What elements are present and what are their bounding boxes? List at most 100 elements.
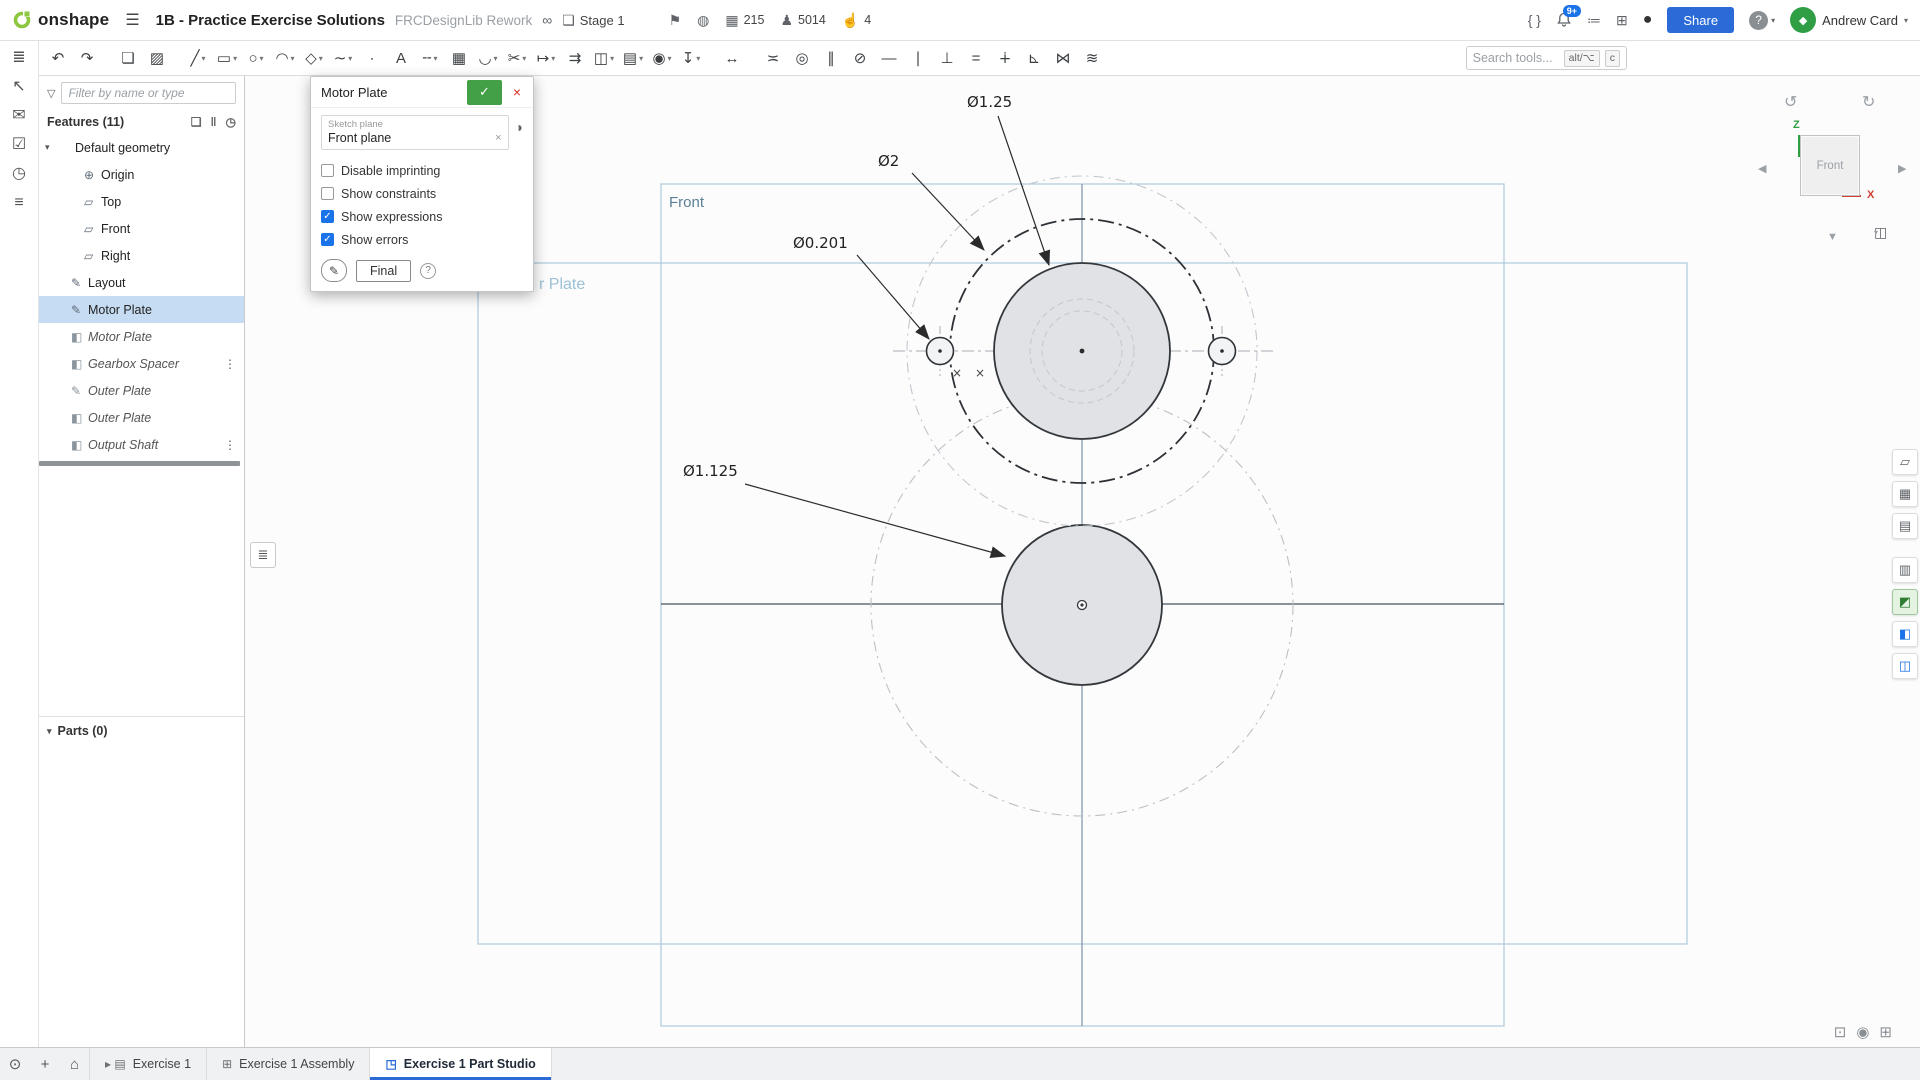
dimension-tool-icon[interactable]: ↔ ▾ (719, 45, 745, 72)
cancel-button[interactable]: × (505, 80, 529, 105)
dimension-boss[interactable]: Ø1.25 (967, 93, 1012, 111)
sketch-plane-field[interactable]: Sketch plane Front plane × (321, 115, 509, 150)
user-menu[interactable]: ◆ Andrew Card ▾ (1790, 7, 1908, 33)
text-tool-icon[interactable]: A ▾ (388, 45, 414, 72)
expander-caret-icon[interactable]: ▾ (45, 142, 58, 153)
dialog-help-icon[interactable]: ? (420, 263, 436, 279)
layers-panel-icon[interactable]: ▤ (1892, 513, 1918, 539)
tree-item-gearbox-spacer[interactable]: ◧ Gearbox Spacer ⋮ (39, 350, 244, 377)
dropdown-caret-icon[interactable]: ▾ (233, 54, 237, 63)
dimension-bolt-circle[interactable]: Ø2 (878, 152, 899, 170)
arc-tool-icon[interactable]: ◠ ▾ (272, 45, 298, 72)
show-expressions-checkbox[interactable]: ✓ Show expressions (321, 205, 523, 228)
dropdown-caret-icon[interactable]: ▾ (639, 54, 643, 63)
dimension-output-bore[interactable]: Ø1.125 (683, 462, 738, 480)
construction-toggle-icon[interactable]: ╌ ▾ (417, 45, 443, 72)
record-icon[interactable]: ◉ (1856, 1023, 1869, 1041)
view-cube[interactable]: ↺ ↻ ◀ ▶ ▼ Front Z X ◫▾ (1750, 86, 1920, 256)
section-view-icon[interactable]: ◧ (1892, 621, 1918, 647)
eye-icon[interactable]: ⊙ (0, 1048, 30, 1080)
clear-selection-icon[interactable]: × (495, 132, 501, 144)
linear-pattern-icon[interactable]: ▤ ▾ (620, 45, 646, 72)
concentric-constraint-icon[interactable]: ◎ ▾ (789, 45, 815, 72)
dropdown-caret-icon[interactable]: ▾ (494, 54, 498, 63)
tool-search-input[interactable] (1473, 51, 1559, 65)
notes-icon[interactable]: ≡ (14, 195, 23, 211)
show-constraints-checkbox[interactable]: ✓ Show constraints (321, 182, 523, 205)
offset-tool-icon[interactable]: ⇉ ▾ (562, 45, 588, 72)
tree-item-outer-plate-extrude[interactable]: ◧ Outer Plate ⋮ (39, 404, 244, 431)
dropdown-caret-icon[interactable]: ▾ (348, 54, 352, 63)
kebab-menu-icon[interactable]: ⋮ (224, 357, 236, 371)
insert-dxf-icon[interactable]: ↧ ▾ (678, 45, 704, 72)
sheet-panel-icon[interactable]: ▱ (1892, 449, 1918, 475)
help-menu-button[interactable]: ? ▾ (1749, 11, 1775, 30)
comments-icon[interactable]: ✉ (12, 108, 25, 124)
checkbox-box[interactable]: ✓ (321, 164, 334, 177)
screenshot-icon[interactable]: ⊡ (1834, 1023, 1847, 1041)
dropdown-caret-icon[interactable]: ▾ (522, 54, 526, 63)
parts-section[interactable]: ▾ Parts (0) (39, 716, 244, 745)
grid-snap-icon[interactable]: ▦ ▾ (446, 45, 472, 72)
capture-settings-icon[interactable]: ⊞ (1879, 1023, 1892, 1041)
circular-pattern-icon[interactable]: ◉ ▾ (649, 45, 675, 72)
globe-icon[interactable]: ◍ (697, 12, 709, 29)
tree-item-front[interactable]: ▱ Front ⋮ (39, 215, 244, 242)
view-cube-face[interactable]: Front (1800, 135, 1860, 196)
point-tool-icon[interactable]: ∙ ▾ (359, 45, 385, 72)
measure-panel-icon[interactable]: ▥ (1892, 557, 1918, 583)
history-panel-icon[interactable]: ◷ (12, 166, 26, 182)
tab-exercise-1[interactable]: ▸ ▤ Exercise 1 (90, 1048, 207, 1080)
checkbox-box[interactable]: ✓ (321, 210, 334, 223)
suppress-icon[interactable]: ‖ (211, 115, 217, 129)
show-errors-checkbox[interactable]: ✓ Show errors (321, 228, 523, 251)
polygon-tool-icon[interactable]: ◇ ▾ (301, 45, 327, 72)
edit-sketch-button[interactable]: ✎ (321, 259, 347, 282)
checkbox-box[interactable]: ✓ (321, 187, 334, 200)
kebab-menu-icon[interactable]: ⋮ (224, 438, 236, 452)
final-button[interactable]: Final (356, 260, 411, 282)
share-button[interactable]: Share (1667, 7, 1734, 33)
followers-stat[interactable]: ♟ 5014 (780, 12, 825, 29)
extend-tool-icon[interactable]: ↦ ▾ (533, 45, 559, 72)
parallel-constraint-icon[interactable]: ∥ ▾ (818, 45, 844, 72)
tree-item-right[interactable]: ▱ Right ⋮ (39, 242, 244, 269)
rotate-cw-icon[interactable]: ↻ (1862, 92, 1875, 112)
apps-grid-icon[interactable]: ⊞ (1616, 12, 1628, 29)
spline-tool-icon[interactable]: ∼ ▾ (330, 45, 356, 72)
flip-normal-icon[interactable]: ◑ (515, 119, 523, 135)
forum-icon[interactable]: ● (1643, 11, 1653, 29)
normal-constraint-icon[interactable]: ⊾ ▾ (1021, 45, 1047, 72)
likes-stat[interactable]: ☝ 4 (842, 12, 871, 29)
rotate-down-arrow-icon[interactable]: ▼ (1827, 231, 1838, 243)
trim-tool-icon[interactable]: ✂ ▾ (504, 45, 530, 72)
tree-item-default-geometry[interactable]: ▾ Default geometry ⋮ (39, 134, 244, 161)
dimension-mount-hole[interactable]: Ø0.201 (793, 234, 848, 252)
dropdown-caret-icon[interactable]: ▾ (668, 54, 672, 63)
perpendicular-constraint-icon[interactable]: ⊥ ▾ (934, 45, 960, 72)
view-options-button[interactable]: ◫▾ (1874, 224, 1887, 241)
mirror-tool-icon[interactable]: ◫ ▾ (591, 45, 617, 72)
rotate-ccw-icon[interactable]: ↺ (1784, 92, 1797, 112)
circle-tool-icon[interactable]: ○ ▾ (243, 45, 269, 72)
undo-icon[interactable]: ↶ ▾ (45, 45, 71, 72)
tab-exercise-1-part-studio[interactable]: ◳ Exercise 1 Part Studio (370, 1048, 551, 1080)
rotate-left-arrow-icon[interactable]: ◀ (1758, 162, 1766, 175)
line-tool-icon[interactable]: ╱ ▾ (185, 45, 211, 72)
accept-button[interactable]: ✓ (467, 80, 502, 105)
paste-feature-icon[interactable]: ❏ (191, 115, 202, 129)
feature-list-flyout-button[interactable]: ≣ (250, 542, 276, 568)
copies-stat[interactable]: ▦ 215 (725, 12, 764, 29)
follow-mode-icon[interactable]: ↖ (12, 79, 25, 95)
tree-item-top[interactable]: ▱ Top ⋮ (39, 188, 244, 215)
dropdown-caret-icon[interactable]: ▾ (551, 54, 555, 63)
tree-item-motor-plate-extrude[interactable]: ◧ Motor Plate ⋮ (39, 323, 244, 350)
checkbox-box[interactable]: ✓ (321, 233, 334, 246)
redo-icon[interactable]: ↷ ▾ (74, 45, 100, 72)
history-icon[interactable]: ◷ (226, 115, 236, 129)
tree-item-output-shaft[interactable]: ◧ Output Shaft ⋮ (39, 431, 244, 458)
symmetric-constraint-icon[interactable]: ⋈ ▾ (1050, 45, 1076, 72)
document-outline-icon[interactable]: ≣ (12, 50, 25, 66)
dropdown-caret-icon[interactable]: ▾ (319, 54, 323, 63)
edu-flag-icon[interactable]: ⚑ (669, 12, 682, 29)
